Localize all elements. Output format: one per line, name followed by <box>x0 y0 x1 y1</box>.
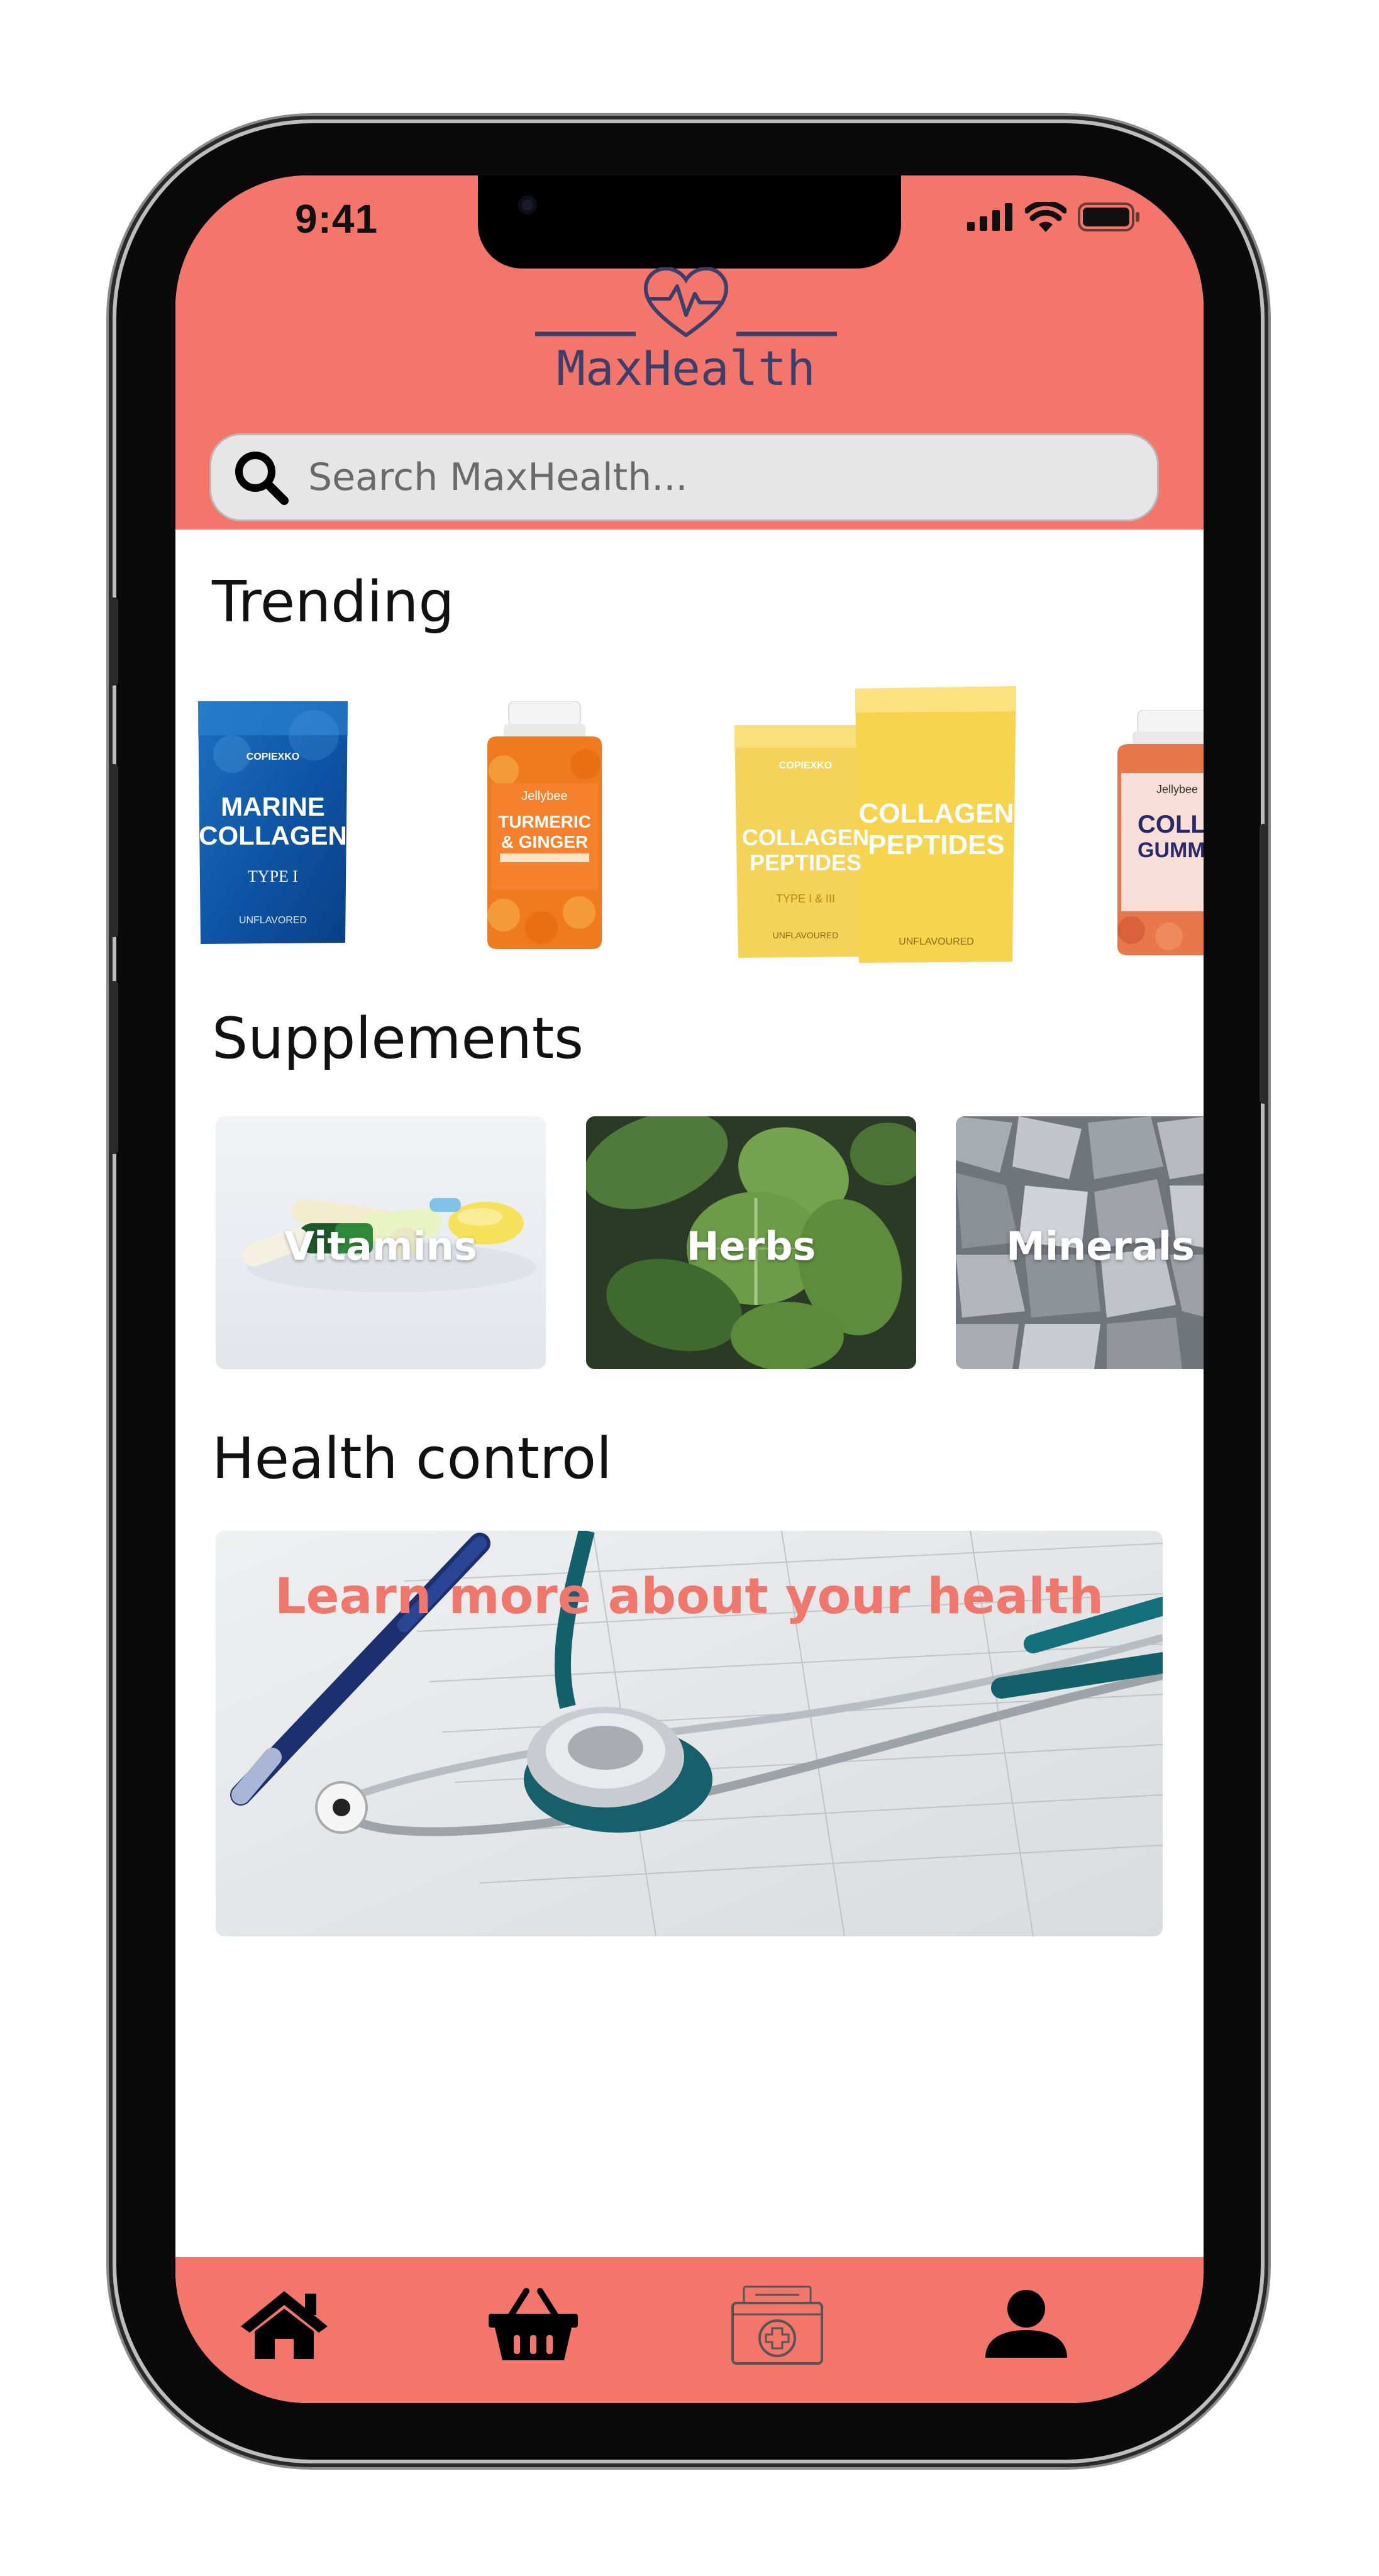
search-input[interactable] <box>307 455 1127 500</box>
category-card-vitamins[interactable]: Vitamins <box>216 1116 546 1369</box>
product-brand: Jellybee <box>521 789 568 803</box>
status-time: 9:41 <box>295 196 379 242</box>
brand-name: MaxHealth <box>557 340 816 396</box>
product-name: & GINGER <box>501 832 589 852</box>
basket-icon <box>489 2288 578 2360</box>
category-label: Vitamins <box>284 1223 477 1269</box>
product-card[interactable]: COPIEXKO MARINE COLLAGEN TYPE I UNFLAVOR… <box>194 697 352 948</box>
volume-up-button <box>109 764 118 937</box>
product-footer: UNFLAVOURED <box>772 930 839 940</box>
product-card[interactable]: Jellybee COLLAG GUMM <box>1112 709 1204 955</box>
product-name: COLLAGEN <box>858 798 1014 829</box>
product-name: PEPTIDES <box>868 830 1005 860</box>
product-name: COLLAG <box>1138 811 1204 838</box>
tab-profile[interactable] <box>973 2281 1080 2369</box>
tab-health[interactable] <box>724 2281 831 2369</box>
search-bar[interactable] <box>209 433 1159 521</box>
tab-bar <box>175 2257 1204 2403</box>
wifi-icon <box>1025 202 1066 232</box>
silent-switch <box>109 597 118 686</box>
product-name: COLLAGEN <box>742 824 869 850</box>
product-subtitle: TYPE I <box>247 867 299 886</box>
product-brand: COPIEXKO <box>778 760 833 771</box>
power-button <box>1260 824 1268 1104</box>
supplements-title: Supplements <box>212 1006 584 1072</box>
product-name: TURMERIC <box>498 812 591 831</box>
brand-logo[interactable]: MaxHealth <box>535 267 837 399</box>
header: 9:41 MaxHealth Search MaxHealth... <box>175 175 1204 530</box>
product-brand: COPIEXKO <box>246 752 300 762</box>
product-brand: Jellybee <box>1156 783 1199 796</box>
volume-down-button <box>109 981 118 1154</box>
product-subtitle: TYPE I & III <box>775 892 836 905</box>
notch <box>478 175 901 269</box>
product-name: COLLAGEN <box>199 821 347 850</box>
tab-home[interactable] <box>231 2281 338 2369</box>
health-banner[interactable]: Learn more about your health <box>216 1531 1163 1936</box>
status-icons <box>967 202 1141 232</box>
user-icon <box>985 2290 1067 2358</box>
search-icon[interactable] <box>233 449 289 506</box>
medical-kit-icon <box>731 2285 823 2365</box>
product-card[interactable]: COPIEXKO COLLAGEN PEPTIDES TYPE I & III … <box>732 685 1021 967</box>
product-name: PEPTIDES <box>749 850 862 875</box>
product-footer: UNFLAVORED <box>238 915 307 926</box>
signal-icon <box>967 203 1012 231</box>
product-footer: UNFLAVOURED <box>899 936 974 947</box>
category-label: Herbs <box>686 1223 816 1269</box>
battery-icon <box>1078 203 1139 231</box>
product-card[interactable]: Jellybee TURMERIC & GINGER <box>479 701 611 950</box>
category-label: Minerals <box>1006 1223 1195 1269</box>
home-icon <box>241 2291 328 2359</box>
trending-title: Trending <box>212 569 455 635</box>
app-screen: 9:41 MaxHealth Search MaxHealth... Trend… <box>175 175 1204 2403</box>
category-card-herbs[interactable]: Herbs <box>586 1116 916 1369</box>
product-name: MARINE <box>221 792 325 821</box>
camera <box>518 196 537 214</box>
health-control-title: Health control <box>212 1426 612 1492</box>
category-card-minerals[interactable]: Minerals <box>956 1116 1204 1369</box>
product-name: GUMM <box>1138 838 1204 862</box>
heart-pulse-icon <box>535 267 837 338</box>
tab-shop[interactable] <box>480 2281 587 2369</box>
banner-text: Learn more about your health <box>274 1568 1104 1625</box>
